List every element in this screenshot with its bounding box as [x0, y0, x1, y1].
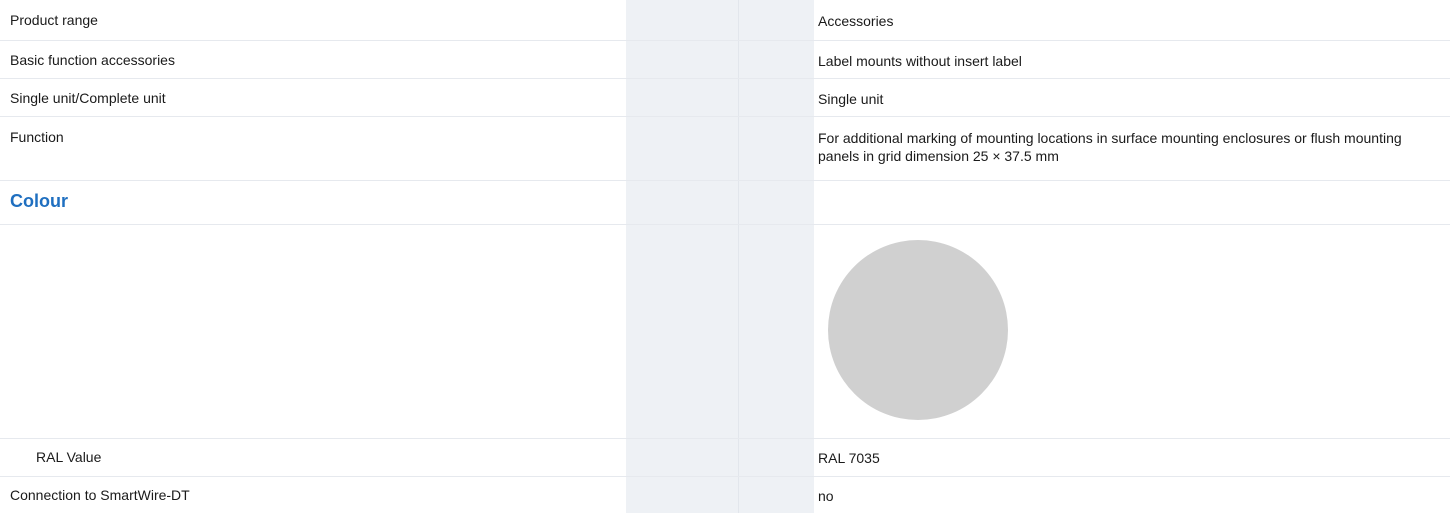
- section-heading: Colour: [10, 191, 68, 211]
- spec-label: Product range: [10, 12, 98, 28]
- colour-swatch: [828, 240, 1008, 420]
- colour-swatch-row: [0, 224, 1450, 438]
- spec-label: Single unit/Complete unit: [10, 90, 166, 106]
- spec-value: Accessories: [818, 13, 894, 29]
- spec-row-product-range: Product range Accessories: [0, 0, 1450, 40]
- spec-label: Basic function accessories: [10, 52, 175, 68]
- spec-value: For additional marking of mounting locat…: [818, 130, 1402, 164]
- spec-row-smartwire: Connection to SmartWire-DT no: [0, 476, 1450, 513]
- spec-row-basic-function: Basic function accessories Label mounts …: [0, 40, 1450, 78]
- spec-label: RAL Value: [36, 449, 102, 465]
- spec-value: Label mounts without insert label: [818, 53, 1022, 69]
- spec-label: Connection to SmartWire-DT: [10, 487, 190, 503]
- spec-label: Function: [10, 129, 64, 145]
- spec-row-single-unit: Single unit/Complete unit Single unit: [0, 78, 1450, 116]
- spec-table: Product range Accessories Basic function…: [0, 0, 1450, 513]
- colour-section-header: Colour: [0, 180, 1450, 224]
- spec-row-ral-value: RAL Value RAL 7035: [0, 438, 1450, 476]
- spec-value: RAL 7035: [818, 450, 880, 466]
- spec-value: no: [818, 488, 834, 504]
- spec-value: Single unit: [818, 91, 884, 107]
- spec-row-function: Function For additional marking of mount…: [0, 116, 1450, 180]
